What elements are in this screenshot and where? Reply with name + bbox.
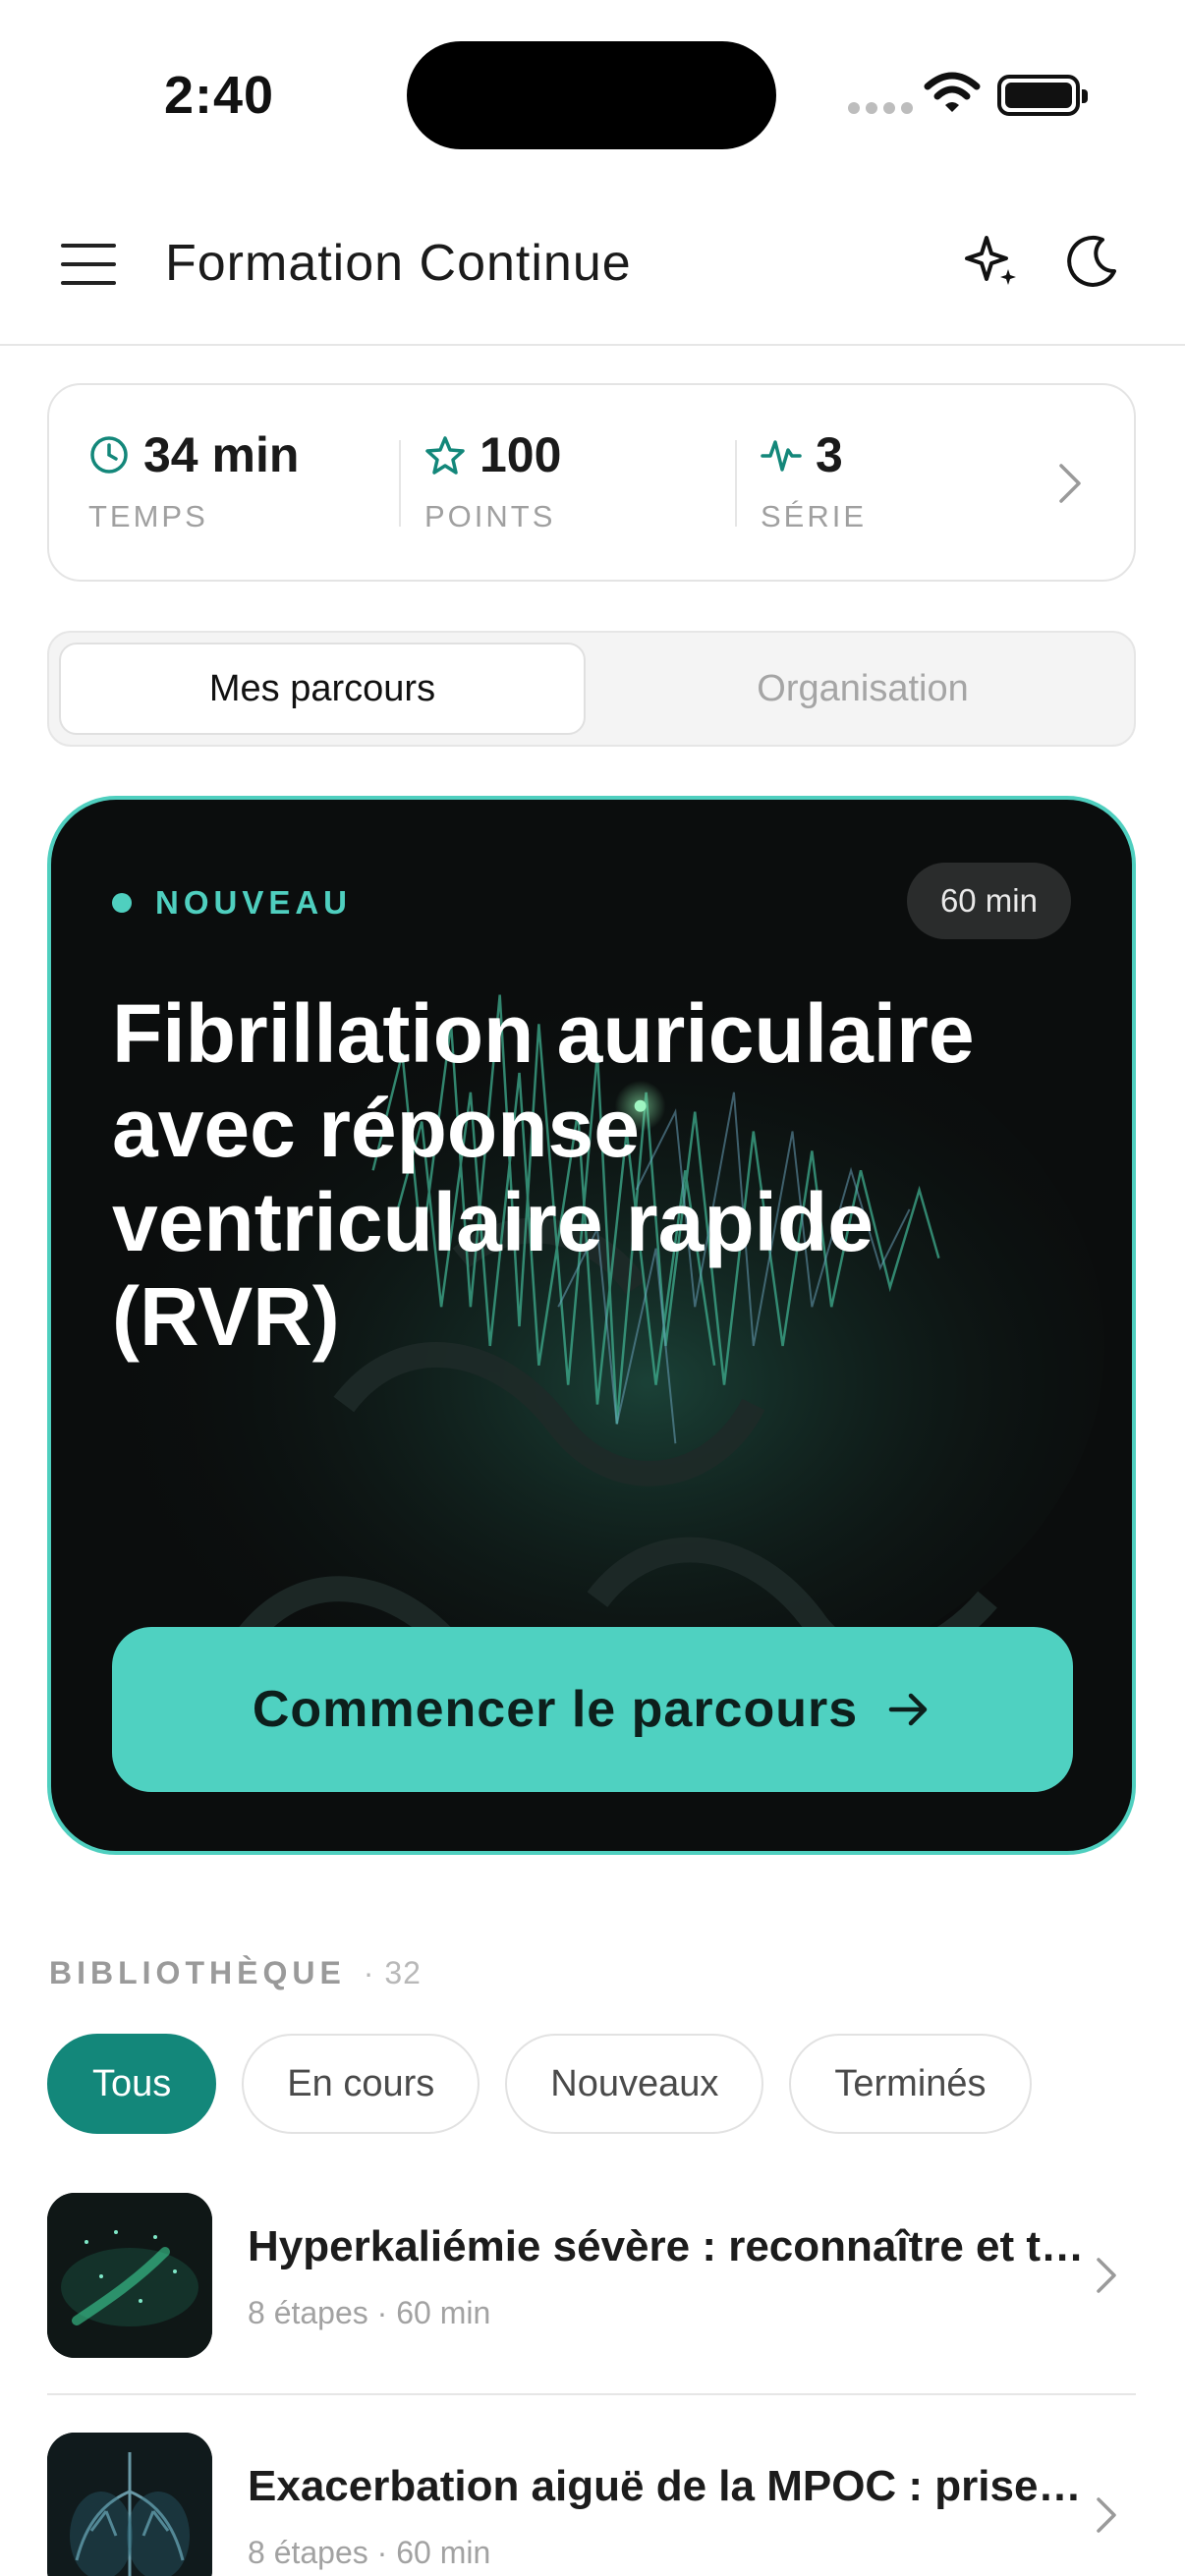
filter-chip-termines[interactable]: Terminés <box>789 2034 1032 2134</box>
list-item-title: Exacerbation aiguë de la MPOC : prise en… <box>248 2462 1093 2510</box>
battery-icon <box>997 75 1088 116</box>
start-course-label: Commencer le parcours <box>252 1681 859 1738</box>
status-time: 2:40 <box>164 66 275 125</box>
tab-organisation[interactable]: Organisation <box>599 643 1126 735</box>
library-count: · 32 <box>363 1955 422 1990</box>
stat-label: SÉRIE <box>761 499 868 533</box>
filter-chip-nouveaux[interactable]: Nouveaux <box>505 2034 764 2134</box>
divider <box>47 2393 1136 2395</box>
divider <box>399 440 401 527</box>
new-badge: NOUVEAU <box>112 884 352 922</box>
arrow-right-icon <box>888 1693 928 1726</box>
sparkle-icon[interactable] <box>963 232 1022 291</box>
course-thumbnail <box>47 2193 212 2358</box>
course-thumbnail <box>47 2433 212 2576</box>
stat-time: 34 min TEMPS <box>88 426 299 534</box>
duration-badge: 60 min <box>906 863 1071 939</box>
segmented-control: Mes parcours Organisation <box>47 631 1136 747</box>
page-title: Formation Continue <box>165 235 632 292</box>
chevron-right-icon <box>1097 2258 1116 2293</box>
stat-value: 3 <box>816 427 843 482</box>
clock-icon <box>90 436 128 474</box>
filter-chip-tous[interactable]: Tous <box>47 2034 217 2134</box>
dynamic-island <box>407 41 776 149</box>
activity-icon <box>761 440 802 472</box>
moon-icon[interactable] <box>1063 232 1122 291</box>
list-item-title: Hyperkaliémie sévère : reconnaître et tr… <box>248 2222 1093 2270</box>
divider <box>735 440 737 527</box>
stats-card[interactable]: 34 min TEMPS 100 POINTS 3 SÉRIE <box>47 383 1136 582</box>
stat-points: 100 POINTS <box>424 426 561 534</box>
featured-course-card[interactable]: NOUVEAU 60 min Fibrillation auriculaire … <box>47 796 1136 1855</box>
list-item-meta: 8 étapes · 60 min <box>248 2535 491 2570</box>
signal-icon <box>848 102 913 114</box>
stat-value: 100 <box>480 427 562 482</box>
wifi-icon <box>924 72 981 112</box>
list-item[interactable]: Exacerbation aiguë de la MPOC : prise en… <box>47 2433 1136 2576</box>
start-course-button[interactable]: Commencer le parcours <box>112 1627 1073 1792</box>
app-header: Formation Continue <box>0 187 1185 346</box>
menu-icon[interactable] <box>61 244 116 285</box>
list-item[interactable]: Hyperkaliémie sévère : reconnaître et tr… <box>47 2193 1136 2360</box>
stat-label: POINTS <box>424 499 556 533</box>
stat-label: TEMPS <box>88 499 208 533</box>
library-heading-label: BIBLIOTHÈQUE <box>49 1955 346 1990</box>
course-title: Fibrillation auriculaire avec réponse ve… <box>112 987 975 1363</box>
new-badge-label: NOUVEAU <box>155 884 353 921</box>
star-icon <box>425 436 465 475</box>
stat-value: 34 min <box>143 427 300 482</box>
tab-mes-parcours[interactable]: Mes parcours <box>59 643 586 735</box>
filter-chip-en-cours[interactable]: En cours <box>242 2034 480 2134</box>
status-bar: 2:40 <box>0 0 1185 187</box>
list-item-meta: 8 étapes · 60 min <box>248 2295 491 2330</box>
chevron-right-icon[interactable] <box>1057 462 1083 505</box>
status-dot <box>112 893 132 913</box>
filter-chips: Tous En cours Nouveaux Terminés <box>47 2034 1032 2134</box>
library-heading: BIBLIOTHÈQUE · 32 <box>49 1955 422 1991</box>
chevron-right-icon <box>1097 2497 1116 2533</box>
stat-streak: 3 SÉRIE <box>761 426 867 534</box>
